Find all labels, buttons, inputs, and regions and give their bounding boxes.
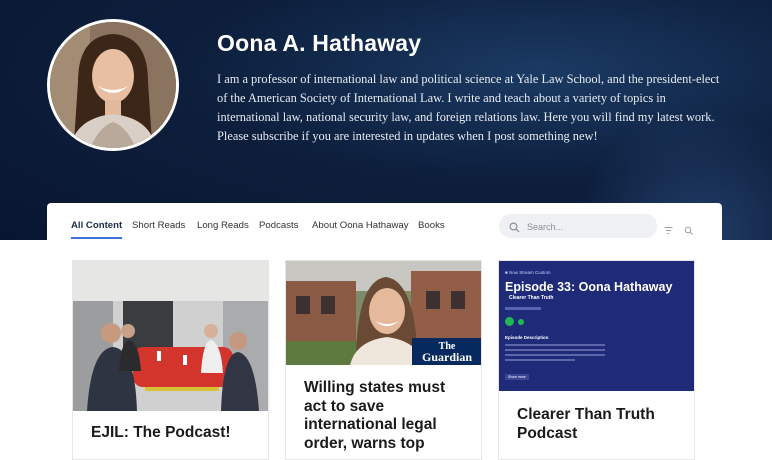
tab-podcasts[interactable]: Podcasts [259,220,298,231]
content-card-clearer-than-truth[interactable]: ■ Now Stream Custom Episode 33: Oona Hat… [498,260,695,460]
podcast-artwork: ■ Now Stream Custom Episode 33: Oona Hat… [499,261,694,391]
tab-all-content[interactable]: All Content [71,220,123,239]
card-title: EJIL: The Podcast! [91,424,231,441]
guardian-badge-line2: Guardian [421,350,472,364]
card-title: Willing states must act to save internat… [304,379,446,452]
search-input[interactable] [525,218,649,236]
filter-icon[interactable] [664,222,673,240]
search-box[interactable] [499,214,657,238]
tab-about[interactable]: About Oona Hathaway [312,220,409,231]
tab-long-reads[interactable]: Long Reads [197,220,249,231]
profile-bio: I am a professor of international law an… [217,72,720,143]
search-toggle-icon[interactable] [684,222,693,240]
podcast-description-text [505,344,605,361]
profile-name: Oona A. Hathaway [217,30,422,56]
podcast-show-name: Clearer Than Truth [509,295,554,301]
show-more-button[interactable]: Show more [505,374,529,380]
content-card-podcast-ejil[interactable]: EJIL: The Podcast! [72,260,269,460]
card-title: Clearer Than Truth Podcast [517,406,655,442]
check-icon [518,319,524,325]
podcast-episode-title: Episode 33: Oona Hathaway [505,280,673,294]
tab-books[interactable]: Books [418,220,445,231]
card-image-studio-photo [73,261,268,416]
guardian-badge: The Guardian [412,338,481,365]
podcast-meta-bar [505,307,541,310]
content-card-guardian-article[interactable]: The Guardian Willing states must act to … [285,260,482,460]
profile-avatar [47,19,179,151]
search-icon [509,220,520,238]
play-button[interactable] [505,317,514,326]
tab-short-reads[interactable]: Short Reads [132,220,185,231]
podcast-network: ■ Now Stream Custom [505,270,551,275]
podcast-description-heading: Episode Description [505,335,549,340]
